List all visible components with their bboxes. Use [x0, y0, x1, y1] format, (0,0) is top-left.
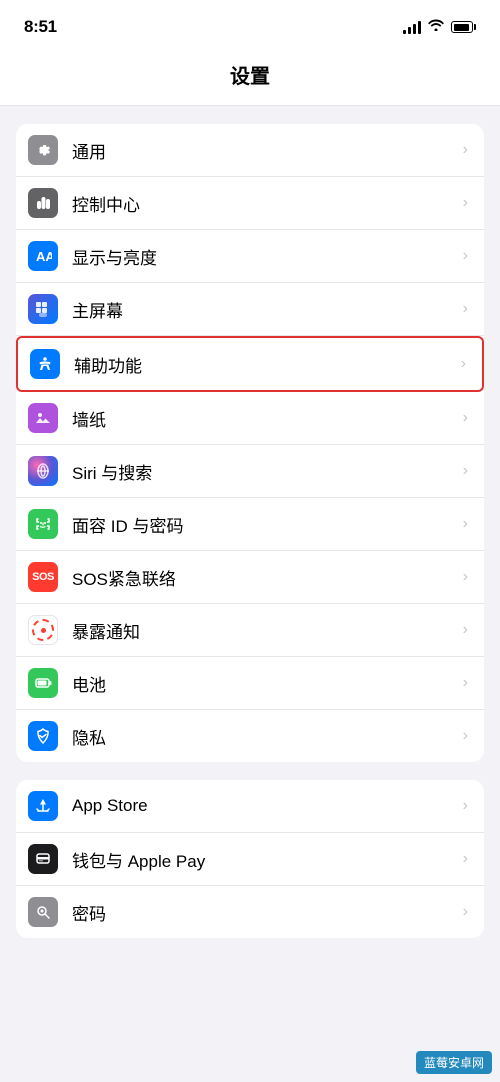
battery-settings-icon: [28, 668, 58, 698]
page-title: 设置: [0, 50, 500, 106]
home-screen-icon: [28, 294, 58, 324]
app-store-icon: [28, 791, 58, 821]
sos-label: SOS紧急联络: [72, 565, 463, 590]
settings-item-home-screen[interactable]: 主屏幕 ›: [16, 283, 484, 336]
settings-item-passwords[interactable]: 密码 ›: [16, 886, 484, 938]
app-store-label: App Store: [72, 796, 463, 816]
apple-pay-label: 钱包与 Apple Pay: [72, 847, 463, 872]
control-center-chevron: ›: [463, 194, 468, 212]
passwords-label: 密码: [72, 900, 463, 925]
signal-icon: [403, 21, 421, 34]
settings-item-faceid[interactable]: 面容 ID 与密码 ›: [16, 498, 484, 551]
privacy-chevron: ›: [463, 727, 468, 745]
faceid-chevron: ›: [463, 515, 468, 533]
display-label: 显示与亮度: [72, 244, 463, 269]
home-screen-label: 主屏幕: [72, 297, 463, 322]
siri-chevron: ›: [463, 462, 468, 480]
control-center-label: 控制中心: [72, 191, 463, 216]
exposure-icon: [28, 615, 58, 645]
general-chevron: ›: [463, 141, 468, 159]
sos-icon: SOS: [28, 562, 58, 592]
display-chevron: ›: [463, 247, 468, 265]
settings-item-general[interactable]: 通用 ›: [16, 124, 484, 177]
display-icon: AA: [28, 241, 58, 271]
passwords-chevron: ›: [463, 903, 468, 921]
app-store-chevron: ›: [463, 797, 468, 815]
accessibility-icon: [30, 349, 60, 379]
siri-label: Siri 与搜索: [72, 459, 463, 484]
accessibility-label: 辅助功能: [74, 352, 461, 377]
settings-item-sos[interactable]: SOS SOS紧急联络 ›: [16, 551, 484, 604]
faceid-label: 面容 ID 与密码: [72, 512, 463, 537]
control-center-icon: [28, 188, 58, 218]
faceid-icon: [28, 509, 58, 539]
settings-item-exposure[interactable]: 暴露通知 ›: [16, 604, 484, 657]
exposure-label: 暴露通知: [72, 618, 463, 643]
settings-section-apps: App Store › 钱包与 Apple Pay › 密码 ›: [16, 780, 484, 938]
svg-text:AA: AA: [36, 249, 52, 264]
general-icon: [28, 135, 58, 165]
battery-chevron: ›: [463, 674, 468, 692]
wallpaper-icon: [28, 403, 58, 433]
status-time: 8:51: [24, 17, 57, 37]
accessibility-chevron: ›: [461, 355, 466, 373]
settings-item-app-store[interactable]: App Store ›: [16, 780, 484, 833]
wifi-icon: [428, 18, 444, 36]
general-label: 通用: [72, 138, 463, 163]
wallpaper-chevron: ›: [463, 409, 468, 427]
privacy-icon: [28, 721, 58, 751]
settings-item-accessibility[interactable]: 辅助功能 ›: [16, 336, 484, 392]
settings-section-main: 通用 › 控制中心 › AA 显示与亮度 ›: [16, 124, 484, 762]
exposure-chevron: ›: [463, 621, 468, 639]
passwords-icon: [28, 897, 58, 927]
settings-item-display[interactable]: AA 显示与亮度 ›: [16, 230, 484, 283]
settings-item-battery[interactable]: 电池 ›: [16, 657, 484, 710]
battery-label: 电池: [72, 671, 463, 696]
home-screen-chevron: ›: [463, 300, 468, 318]
battery-icon: [451, 21, 476, 33]
settings-item-siri[interactable]: Siri 与搜索 ›: [16, 445, 484, 498]
settings-item-control-center[interactable]: 控制中心 ›: [16, 177, 484, 230]
settings-item-apple-pay[interactable]: 钱包与 Apple Pay ›: [16, 833, 484, 886]
siri-icon: [28, 456, 58, 486]
apple-pay-chevron: ›: [463, 850, 468, 868]
wallpaper-label: 墙纸: [72, 406, 463, 431]
sos-chevron: ›: [463, 568, 468, 586]
privacy-label: 隐私: [72, 724, 463, 749]
status-bar: 8:51: [0, 0, 500, 50]
apple-pay-icon: [28, 844, 58, 874]
settings-item-wallpaper[interactable]: 墙纸 ›: [16, 392, 484, 445]
settings-item-privacy[interactable]: 隐私 ›: [16, 710, 484, 762]
watermark: 蓝莓安卓网: [416, 1051, 492, 1074]
status-icons: [403, 18, 476, 36]
